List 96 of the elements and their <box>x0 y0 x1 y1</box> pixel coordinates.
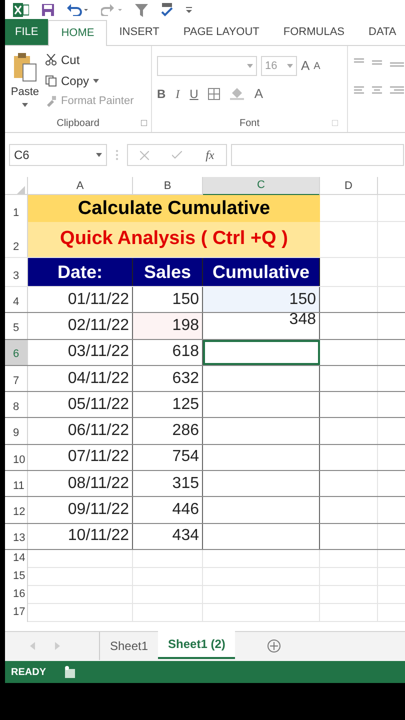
paintbrush-icon <box>45 95 57 108</box>
clipboard-icon <box>12 52 38 82</box>
scroll-left-icon[interactable] <box>30 642 35 650</box>
caret-icon[interactable] <box>22 102 28 106</box>
date-cell-text: 05/11/22 <box>68 394 129 415</box>
caret-icon[interactable] <box>93 79 100 83</box>
ribbon-tab[interactable]: FORMULAS <box>271 19 357 45</box>
column-heading: Sales <box>144 260 192 284</box>
sales-cell-text: 754 <box>172 447 199 468</box>
copy-button[interactable]: Copy <box>45 72 134 90</box>
copy-icon <box>45 75 57 87</box>
filter-icon[interactable] <box>135 4 148 16</box>
row-number[interactable]: 17 <box>13 604 26 620</box>
sales-cell-text: 434 <box>172 526 199 546</box>
row-number[interactable]: 12 <box>13 504 26 521</box>
font-color-button[interactable]: A <box>254 84 264 104</box>
shrink-font-button[interactable]: A <box>314 58 320 74</box>
name-box[interactable]: C6 <box>9 144 107 166</box>
excel-logo-icon <box>13 3 29 17</box>
row-number[interactable]: 8 <box>13 398 20 416</box>
date-cell-text: 02/11/22 <box>68 316 129 336</box>
row-number[interactable]: 3 <box>13 268 20 284</box>
add-sheet-icon[interactable] <box>267 639 282 653</box>
column-header[interactable]: C <box>203 177 320 196</box>
date-cell-text: 04/11/22 <box>68 368 129 389</box>
selected-cell[interactable] <box>203 340 320 365</box>
ribbon-tab[interactable]: FILE <box>5 19 48 45</box>
cut-button[interactable]: Cut <box>45 51 134 69</box>
row-number[interactable]: 5 <box>13 320 20 337</box>
row-number[interactable]: 2 <box>13 238 20 255</box>
row-number[interactable]: 1 <box>13 205 20 222</box>
bold-button[interactable]: B <box>157 84 166 103</box>
column-heading: Date: <box>57 260 102 284</box>
dialog-launcher-icon[interactable] <box>141 120 147 126</box>
borders-icon[interactable] <box>208 88 220 100</box>
group-label: Font <box>239 116 260 130</box>
sales-cell-text: 125 <box>172 394 199 415</box>
fill-color-icon[interactable] <box>230 87 244 100</box>
row-number[interactable]: 13 <box>13 530 26 547</box>
date-cell-text: 06/11/22 <box>68 421 129 442</box>
row-number[interactable]: 6 <box>13 346 20 363</box>
column-heading: Cumulative <box>212 260 310 284</box>
date-cell-text: 08/11/22 <box>68 474 129 494</box>
sales-cell-text: 446 <box>172 500 199 520</box>
sheet-tab[interactable]: Sheet1 (2) <box>158 631 236 659</box>
row-number[interactable]: 15 <box>13 568 26 584</box>
spelling-icon[interactable] <box>160 3 174 17</box>
scissors-icon <box>45 54 57 66</box>
sales-cell-text: 632 <box>172 368 199 389</box>
customize-menu-icon[interactable] <box>186 6 192 14</box>
date-cell-text: 09/11/22 <box>68 500 129 520</box>
paste-button[interactable]: Paste <box>5 46 45 114</box>
scroll-right-icon[interactable] <box>55 642 60 650</box>
row-number[interactable]: 16 <box>13 586 26 602</box>
save-icon[interactable] <box>41 3 55 17</box>
row-number[interactable]: 11 <box>13 478 24 494</box>
redo-icon[interactable] <box>101 4 123 16</box>
row-number[interactable]: 10 <box>13 452 26 468</box>
date-cell-text: 03/11/22 <box>68 342 129 362</box>
row-number[interactable]: 14 <box>13 550 26 566</box>
caret-icon[interactable] <box>96 153 102 157</box>
cancel-icon[interactable] <box>140 150 149 160</box>
sheet-tab[interactable]: Sheet1 <box>100 632 158 660</box>
subtitle-banner: Quick Analysis ( Ctrl +Q ) <box>28 222 320 257</box>
status-text: READY <box>11 666 46 680</box>
ribbon-tab[interactable]: INSERT <box>107 19 172 45</box>
align-top-icon[interactable] <box>354 58 404 68</box>
row-number[interactable]: 7 <box>13 372 20 390</box>
date-cell-text: 07/11/22 <box>68 447 129 468</box>
cumulative-cell-text: 150 <box>289 290 316 310</box>
dialog-launcher-icon[interactable] <box>332 120 338 126</box>
undo-icon[interactable] <box>67 4 89 16</box>
underline-button[interactable]: U <box>190 84 198 103</box>
font-name-field[interactable] <box>157 56 257 76</box>
macro-record-icon[interactable] <box>64 666 76 678</box>
formula-field[interactable] <box>231 144 404 166</box>
title-banner: Calculate Cumulative <box>28 195 320 224</box>
cumulative-cell: 348 <box>289 313 316 328</box>
sales-cell-text: 150 <box>172 290 199 310</box>
sales-cell-text: 618 <box>172 342 199 362</box>
sales-cell-text: 198 <box>172 316 199 336</box>
date-cell-text: 01/11/22 <box>68 290 129 310</box>
date-cell-text: 10/11/22 <box>68 526 129 546</box>
ribbon-tab[interactable]: PAGE LAYOUT <box>171 19 272 45</box>
row-number[interactable]: 4 <box>13 294 20 310</box>
ribbon-tab[interactable]: HOME <box>48 20 108 46</box>
check-icon[interactable] <box>172 151 182 159</box>
group-label: Clipboard <box>56 116 100 130</box>
italic-button[interactable]: I <box>176 84 180 103</box>
sales-cell-text: 315 <box>172 474 199 494</box>
grow-font-button[interactable]: A <box>301 56 310 76</box>
align-left-icon[interactable] <box>354 86 404 96</box>
insert-function-button[interactable]: fx <box>206 146 214 164</box>
row-number[interactable]: 9 <box>13 425 20 442</box>
sales-cell-text: 286 <box>172 421 199 442</box>
ribbon-tab[interactable]: DATA <box>356 19 405 45</box>
